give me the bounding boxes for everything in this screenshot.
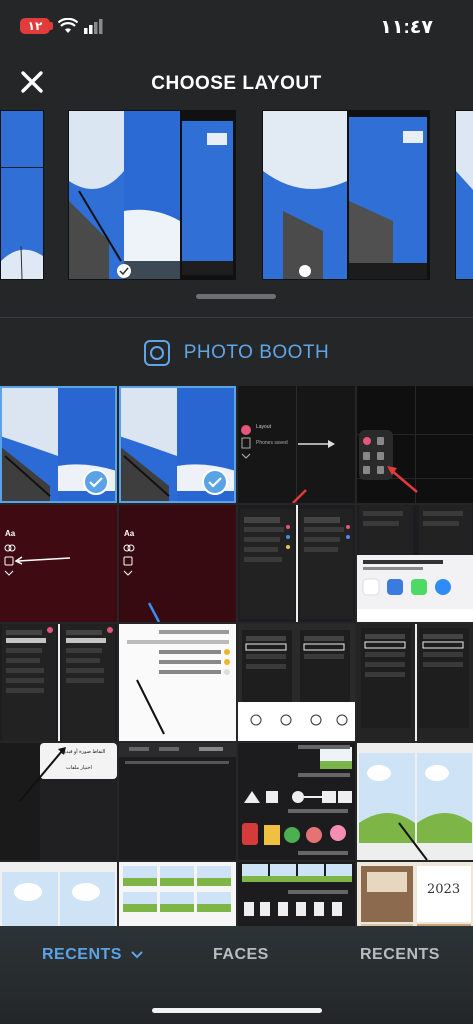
- photo-booth-button[interactable]: PHOTO BOOTH: [0, 334, 473, 372]
- tab-recents-label: RECENTS: [42, 946, 122, 963]
- photo-booth-label: PHOTO BOOTH: [183, 342, 330, 363]
- layout-carousel[interactable]: [0, 110, 473, 280]
- scroll-handle[interactable]: [196, 294, 276, 299]
- layout-option[interactable]: [262, 110, 430, 280]
- photo-thumbnail[interactable]: [238, 505, 355, 622]
- photo-thumbnail[interactable]: [119, 386, 236, 503]
- thumbnail-image: [2, 624, 115, 741]
- status-bar: ١٢ ١١:٤٧: [0, 0, 473, 56]
- tab-faces-label: FACES: [213, 946, 269, 963]
- layout-option[interactable]: [68, 110, 236, 280]
- thumbnail-image: [240, 505, 353, 622]
- photo-thumbnail[interactable]: [357, 624, 473, 741]
- photo-thumbnail[interactable]: [238, 743, 355, 860]
- photo-thumbnail[interactable]: [238, 624, 355, 741]
- wifi-icon: [58, 18, 78, 33]
- photo-thumbnail[interactable]: [119, 862, 236, 926]
- thumbnail-image: [0, 862, 117, 926]
- photo-thumbnail[interactable]: Layout Phones saved: [238, 386, 355, 503]
- signal-icon: [84, 19, 103, 34]
- phones-label: Phones saved: [256, 440, 288, 446]
- layout-label: Layout: [256, 424, 272, 430]
- status-time: ١١:٤٧: [380, 17, 433, 38]
- layout-option[interactable]: [455, 110, 473, 280]
- year-label: 2023: [427, 882, 461, 897]
- layout-preview: [69, 111, 235, 279]
- text-tool-label: Aa: [5, 529, 16, 538]
- photo-thumbnail[interactable]: [357, 386, 473, 503]
- tab-faces[interactable]: FACES: [213, 946, 269, 964]
- text-tool-label: Aa: [124, 529, 135, 538]
- photo-thumbnail[interactable]: [238, 862, 355, 926]
- thumbnail-image: [357, 624, 473, 741]
- photo-thumbnail[interactable]: [0, 624, 117, 741]
- layout-preview: [263, 111, 429, 279]
- page-title: CHOOSE LAYOUT: [151, 73, 322, 94]
- thumbnail-image: [357, 743, 473, 860]
- thumbnail-image: [119, 505, 236, 622]
- layout-option[interactable]: [0, 110, 44, 280]
- photo-thumbnail[interactable]: Aa: [0, 505, 117, 622]
- thumbnail-image: [357, 505, 473, 622]
- menu-item-files: اختيار ملفات: [66, 765, 92, 771]
- thumbnail-image: [119, 624, 236, 741]
- layout-preview: [1, 111, 43, 279]
- photo-thumbnail[interactable]: [0, 862, 117, 926]
- layout-preview: [456, 111, 473, 279]
- photo-thumbnail[interactable]: Aa: [119, 505, 236, 622]
- battery-cap: [50, 22, 53, 30]
- thumbnail-image: [238, 743, 355, 860]
- selected-check-icon: [202, 469, 228, 495]
- thumbnail-image: [238, 624, 355, 741]
- selected-check-icon: [83, 469, 109, 495]
- thumbnail-image: [238, 862, 355, 926]
- tab-recents[interactable]: RECENTS: [42, 946, 143, 964]
- chevron-down-icon: [131, 951, 143, 959]
- photo-thumbnail[interactable]: [0, 386, 117, 503]
- thumbnail-image: [119, 862, 236, 926]
- photo-thumbnail[interactable]: [119, 624, 236, 741]
- menu-item-capture: التقاط صورة أو فيديو: [62, 749, 106, 755]
- thumbnail-image: [357, 386, 473, 503]
- thumbnail-image: [0, 743, 117, 860]
- photo-thumbnail[interactable]: [357, 743, 473, 860]
- divider: [0, 317, 473, 318]
- tab-recents-secondary-label: RECENTS: [360, 946, 440, 963]
- thumbnail-image: [0, 505, 117, 622]
- photo-booth-icon: [143, 340, 170, 366]
- home-indicator[interactable]: [152, 1008, 322, 1013]
- thumbnail-image: [119, 743, 236, 860]
- photo-thumbnail[interactable]: [357, 505, 473, 622]
- photo-thumbnail[interactable]: التقاط صورة أو فيديو اختيار ملفات: [0, 743, 117, 860]
- photo-thumbnail[interactable]: [119, 743, 236, 860]
- photo-grid: Layout Phones saved Aa Aa التقاط صورة أو…: [0, 386, 473, 926]
- photo-thumbnail[interactable]: 2023: [357, 862, 473, 926]
- tab-recents-secondary[interactable]: RECENTS: [360, 946, 440, 964]
- battery-icon: ١٢: [20, 18, 50, 34]
